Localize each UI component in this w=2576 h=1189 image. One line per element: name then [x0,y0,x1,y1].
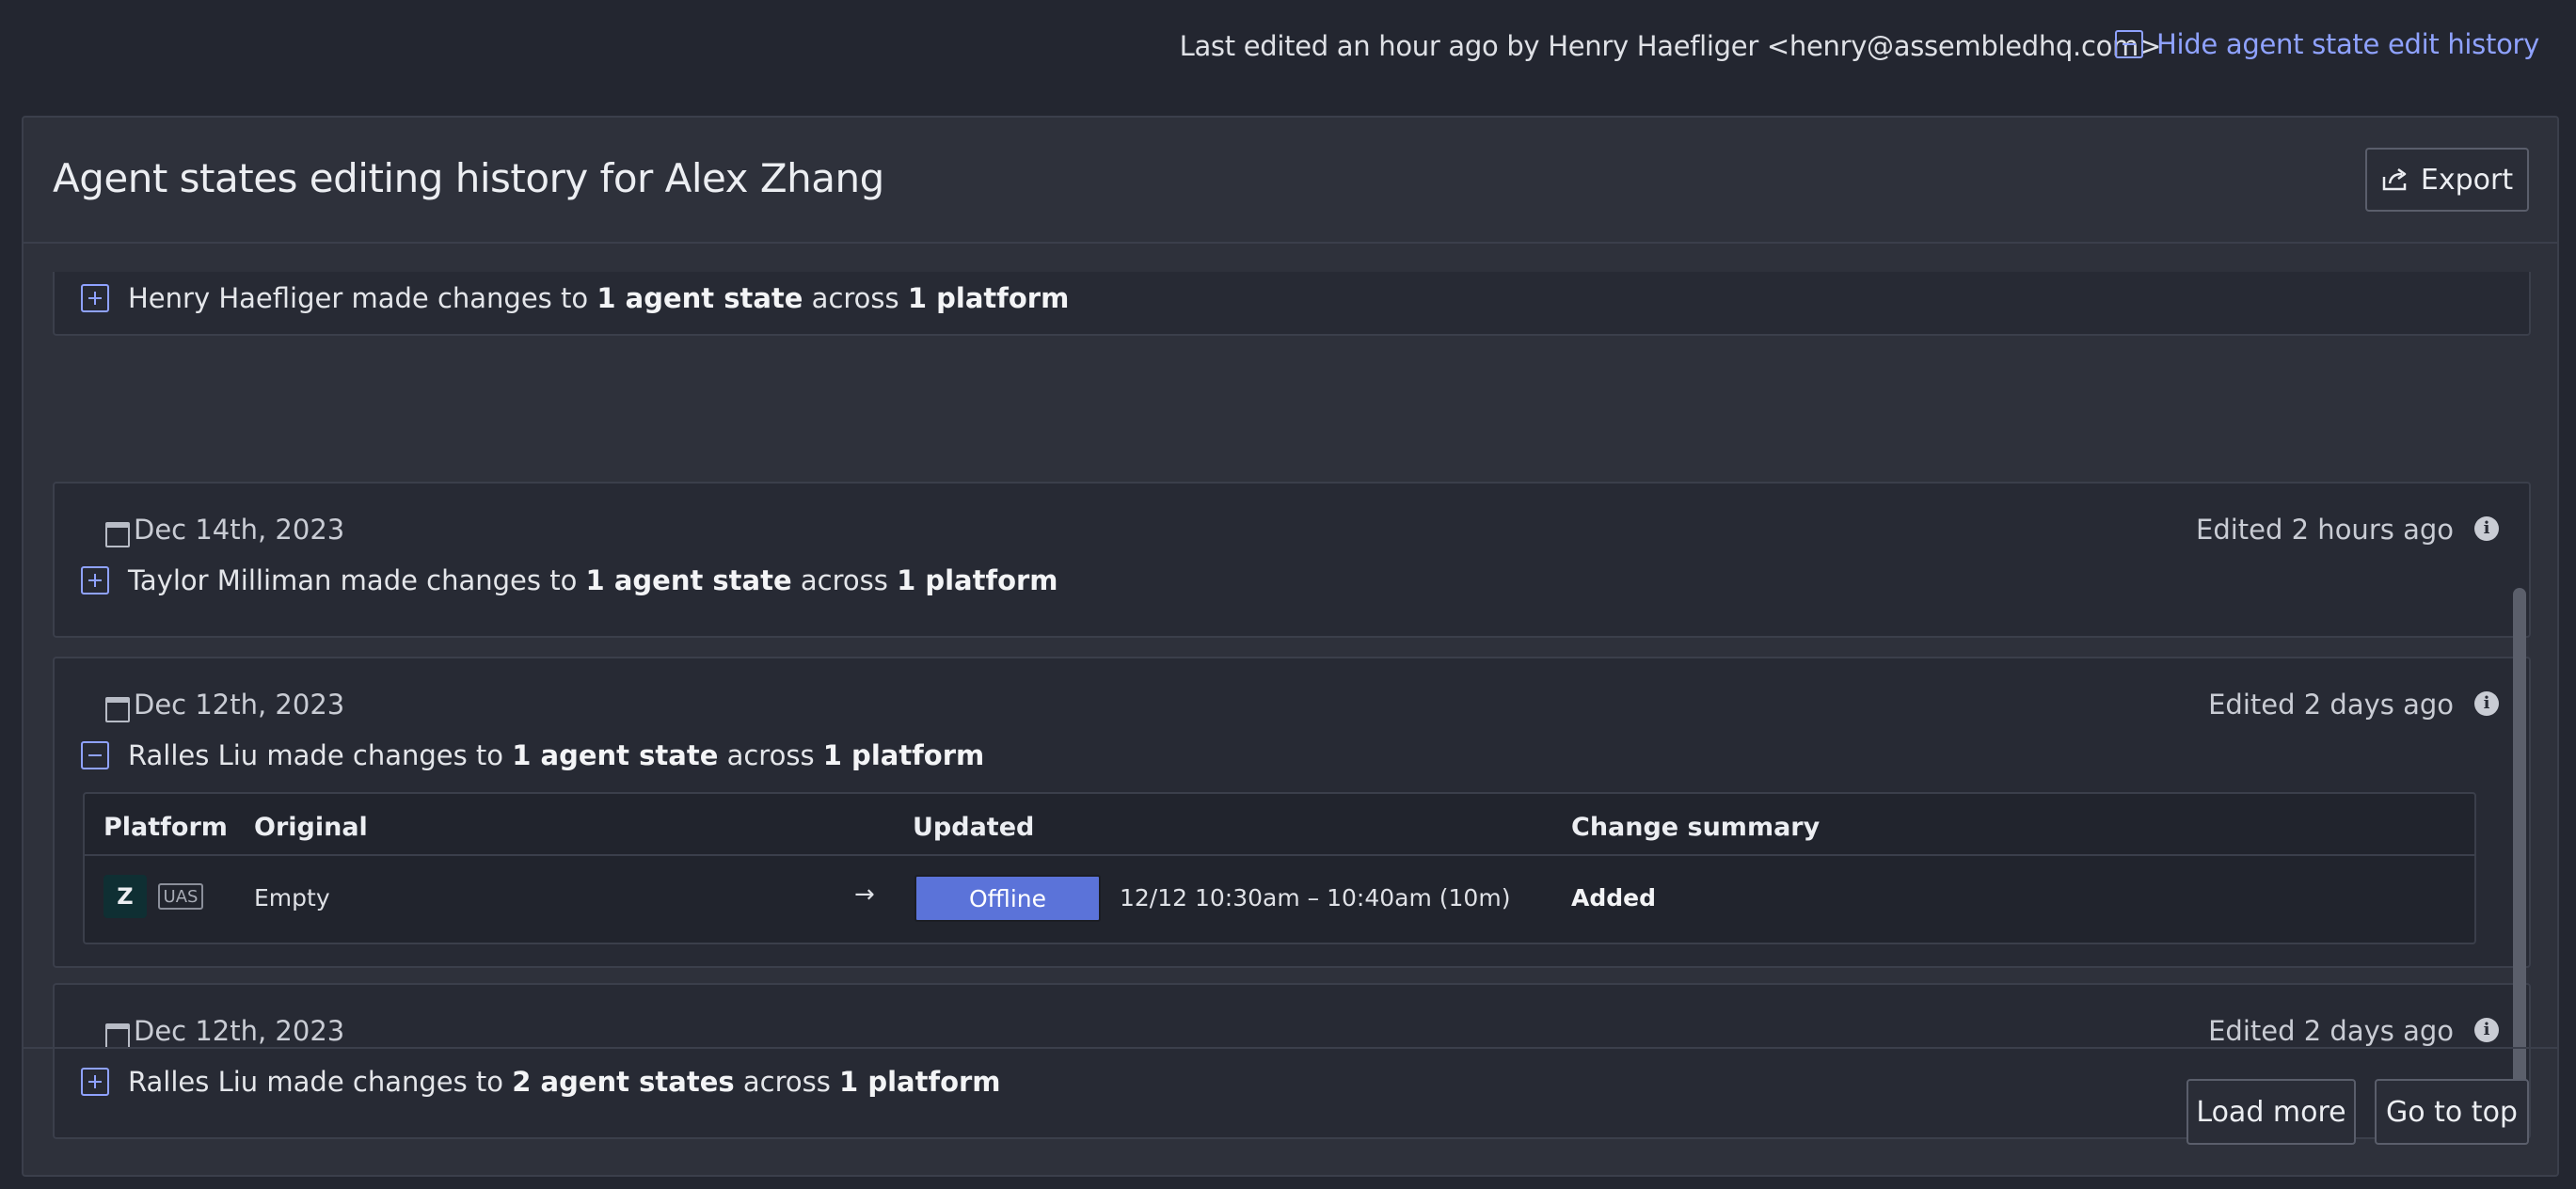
entry-summary: Taylor Milliman made changes to 1 agent … [81,564,1058,596]
entry-date: Dec 14th, 2023 [105,514,344,547]
entry-edited: Edited 2 hours ago [2196,514,2454,546]
platform-tag: UAS [158,883,203,910]
original-value: Empty [254,884,330,912]
entry-summary: Henry Haefliger made changes to 1 agent … [81,282,1069,314]
hide-history-link[interactable]: Hide agent state edit history [2115,28,2539,60]
change-summary: Added [1571,884,1656,912]
arrow-icon: → [854,880,875,909]
top-bar: Last edited an hour ago by Henry Haeflig… [0,0,2576,94]
load-more-button[interactable]: Load more [2186,1079,2356,1145]
entry-made-changes: made changes to [340,564,578,596]
zendesk-logo-icon: Z [103,875,147,918]
expand-icon[interactable] [81,284,109,312]
go-to-top-button[interactable]: Go to top [2375,1079,2529,1145]
info-icon[interactable]: i [2474,1018,2499,1042]
panel-header: Agent states editing history for Alex Zh… [24,118,2557,244]
change-table: Platform Original Updated Change summary… [83,792,2476,944]
last-edited-text: Last edited an hour ago by Henry Haeflig… [1179,30,2162,62]
entry-made-changes: made changes to [266,739,504,771]
entry-across: across [811,282,899,314]
entry-across: across [726,739,815,771]
panel-footer: Load more Go to top [24,1047,2557,1175]
export-label: Export [2420,163,2514,197]
panel-title: Agent states editing history for Alex Zh… [53,155,884,201]
state-chip-offline: Offline [914,875,1101,922]
entry-platforms: 1 platform [822,739,985,771]
expand-icon[interactable] [81,566,109,594]
entry-date: Dec 12th, 2023 [105,1015,344,1049]
column-header-updated: Updated [913,813,1035,842]
entry-platforms: 1 platform [897,564,1058,596]
updated-time: 12/12 10:30am – 10:40am (10m) [1120,884,1511,912]
entry-made-changes: made changes to [351,282,589,314]
history-entry: Henry Haefliger made changes to 1 agent … [53,272,2531,336]
history-panel: Agent states editing history for Alex Zh… [22,116,2559,1177]
calendar-icon [105,519,130,547]
calendar-icon [105,1021,130,1049]
column-header-original: Original [254,813,368,842]
entry-author: Ralles Liu [128,739,259,771]
history-entry: Dec 12th, 2023 Edited 2 days ago i Ralle… [53,657,2531,968]
entry-count: 1 agent state [512,739,719,771]
entry-edited: Edited 2 days ago [2208,1015,2454,1047]
info-icon[interactable]: i [2474,516,2499,541]
table-divider [85,854,2474,856]
entry-edited: Edited 2 days ago [2208,689,2454,721]
history-entry: Dec 14th, 2023 Edited 2 hours ago i Tayl… [53,482,2531,638]
collapse-icon[interactable] [81,741,109,769]
column-header-change-summary: Change summary [1571,813,1821,842]
export-button[interactable]: Export [2365,148,2529,212]
entry-author: Henry Haefliger [128,282,343,314]
calendar-icon [105,694,130,722]
entry-author: Taylor Milliman [128,564,332,596]
entry-count: 1 agent state [585,564,792,596]
entry-across: across [800,564,888,596]
minus-square-icon [2115,30,2144,58]
column-header-platform: Platform [103,813,228,842]
entry-summary: Ralles Liu made changes to 1 agent state… [81,739,984,771]
entry-date: Dec 12th, 2023 [105,689,344,722]
entry-platforms: 1 platform [907,282,1070,314]
info-icon[interactable]: i [2474,691,2499,716]
entry-count: 1 agent state [596,282,803,314]
history-list[interactable]: Henry Haefliger made changes to 1 agent … [53,272,2536,1139]
hide-history-label: Hide agent state edit history [2156,28,2539,60]
share-export-icon [2382,167,2407,191]
